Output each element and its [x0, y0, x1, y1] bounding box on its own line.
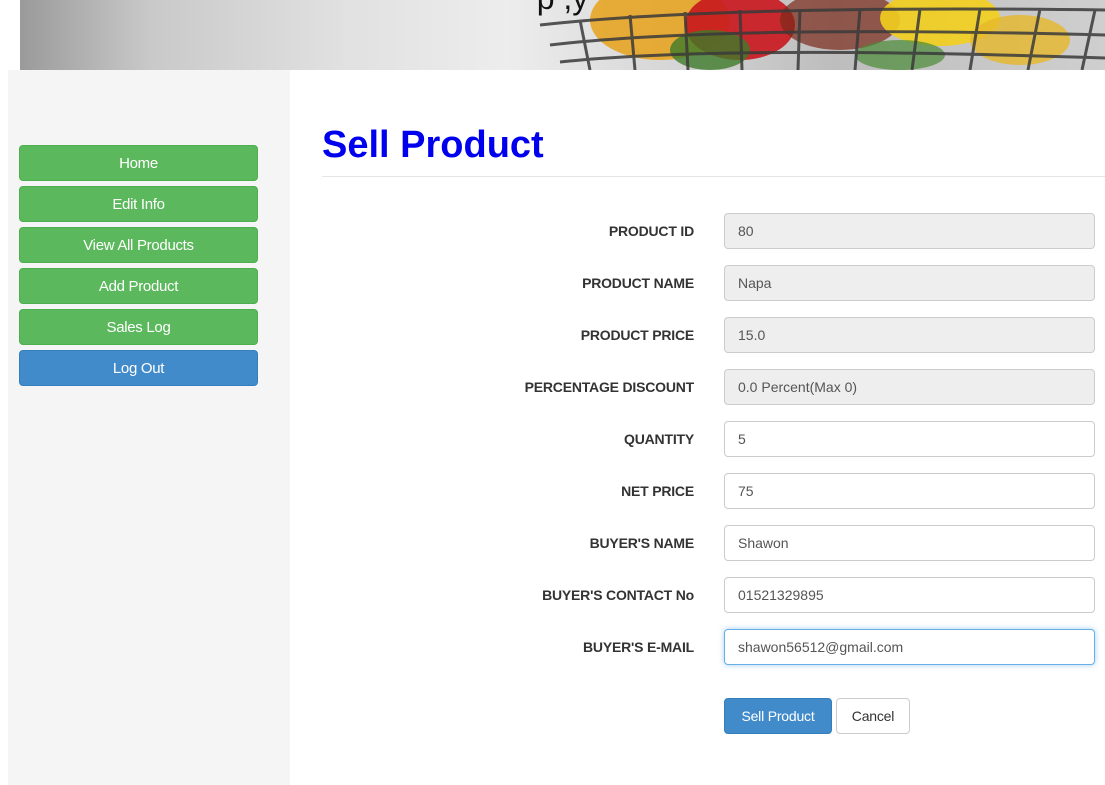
sidebar-item-sales-log[interactable]: Sales Log [19, 309, 258, 345]
sidebar-item-log-out[interactable]: Log Out [19, 350, 258, 386]
header-banner-image: p ,y [20, 0, 1105, 70]
net-price-label: NET PRICE [621, 483, 694, 499]
title-divider [322, 176, 1105, 177]
product-price-label: PRODUCT PRICE [580, 327, 694, 343]
product-name-label: PRODUCT NAME [582, 275, 694, 291]
product-name-input[interactable] [724, 265, 1095, 301]
sidebar-item-view-all-products[interactable]: View All Products [19, 227, 258, 263]
sidebar: Home Edit Info View All Products Add Pro… [8, 70, 290, 785]
cancel-button[interactable]: Cancel [836, 698, 910, 734]
page: p ,y Home Edit Info View All Products Ad… [0, 0, 1105, 785]
page-title: Sell Product [322, 124, 544, 166]
sidebar-item-add-product[interactable]: Add Product [19, 268, 258, 304]
buyer-contact-input[interactable] [724, 577, 1095, 613]
percentage-discount-input[interactable] [724, 369, 1095, 405]
buyer-name-label: BUYER'S NAME [589, 535, 695, 551]
sidebar-item-home[interactable]: Home [19, 145, 258, 181]
quantity-label: QUANTITY [624, 431, 694, 447]
buyer-email-input[interactable] [724, 629, 1095, 665]
product-id-label: PRODUCT ID [608, 223, 694, 239]
buyer-contact-label: BUYER'S CONTACT No [542, 587, 694, 603]
buyer-name-input[interactable] [724, 525, 1095, 561]
quantity-input[interactable] [724, 421, 1095, 457]
buyer-email-label: BUYER'S E-MAIL [583, 639, 694, 655]
net-price-input[interactable] [724, 473, 1095, 509]
banner-caption: p ,y [20, 0, 1105, 17]
product-id-input[interactable] [724, 213, 1095, 249]
sidebar-item-edit-info[interactable]: Edit Info [19, 186, 258, 222]
percentage-discount-label: PERCENTAGE DISCOUNT [524, 379, 695, 395]
sell-product-button[interactable]: Sell Product [724, 698, 832, 734]
product-price-input[interactable] [724, 317, 1095, 353]
